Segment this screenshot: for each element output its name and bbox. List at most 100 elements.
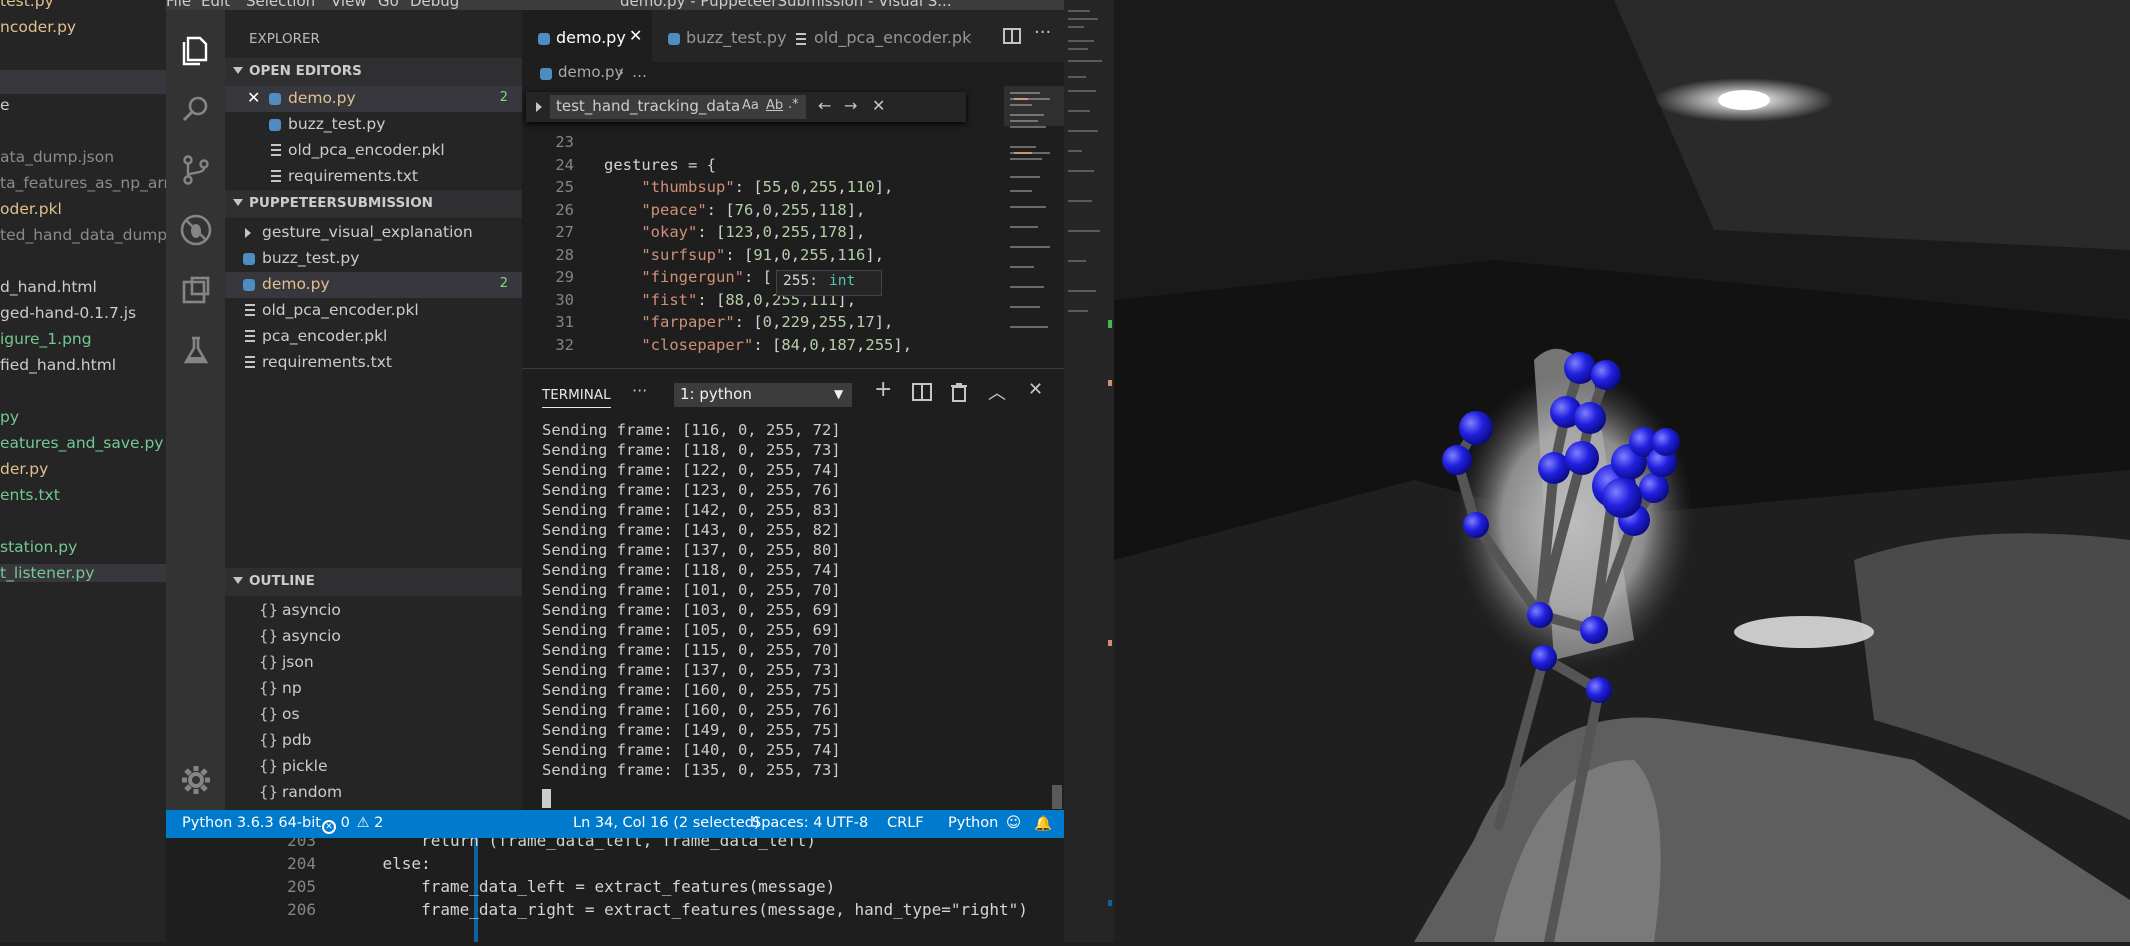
outline-item[interactable]: {} json [225, 650, 522, 676]
open-editor-item-demo[interactable]: ✕ demo.py 2 [225, 86, 522, 112]
code-line[interactable]: "closepaper": [84,0,187,255], [604, 336, 912, 354]
background-file-item[interactable]: ted_hand_data_dump.jso [0, 226, 194, 244]
folder-item[interactable]: gesture_visual_explanation [225, 220, 522, 246]
background-file-item[interactable]: ata_dump.json [0, 148, 114, 166]
outline-item[interactable]: {} os [225, 702, 522, 728]
menu-item[interactable]: View [331, 0, 367, 10]
indentation[interactable]: Spaces: 4 [752, 815, 822, 831]
encoding[interactable]: UTF-8 [826, 815, 868, 831]
tab-terminal[interactable]: TERMINAL [542, 387, 611, 408]
close-icon[interactable]: ✕ [247, 88, 260, 107]
open-editor-item-old-pca[interactable]: old_pca_encoder.pkl [225, 138, 522, 164]
tab-buzz-test[interactable]: buzz_test.py [652, 10, 787, 62]
cursor-position[interactable]: Ln 34, Col 16 (2 selected) [573, 815, 760, 831]
code-line[interactable]: "farpaper": [0,229,255,17], [604, 313, 893, 331]
outline-item[interactable]: {} pdb [225, 728, 522, 754]
python-interpreter[interactable]: Python 3.6.3 64-bit [182, 815, 321, 831]
background-file-item[interactable]: py [0, 408, 19, 426]
breadcrumb-file[interactable]: demo.py [558, 63, 623, 81]
feedback-smiley-icon[interactable]: ☺ [1006, 815, 1021, 831]
split-terminal-icon[interactable] [912, 383, 932, 401]
close-find-icon[interactable]: ✕ [872, 96, 885, 115]
terminal-select[interactable]: 1: python ▼ [674, 383, 852, 407]
next-match-icon[interactable]: → [844, 96, 857, 115]
outline-header[interactable]: OUTLINE [225, 568, 522, 596]
outline-item[interactable]: {} np [225, 676, 522, 702]
file-item-buzz-test[interactable]: buzz_test.py [225, 246, 522, 272]
problems-indicator[interactable]: ✕ 0 ⚠ 2 [322, 815, 383, 834]
file-item-requirements[interactable]: requirements.txt [225, 350, 522, 376]
background-file-item[interactable]: d_hand.html [0, 278, 97, 296]
debug-icon[interactable] [178, 212, 214, 248]
background-file-item[interactable]: ged-hand-0.1.7.js [0, 304, 136, 322]
file-item-pca[interactable]: pca_encoder.pkl [225, 324, 522, 350]
code-line[interactable]: frame_data_left = extract_features(messa… [344, 877, 835, 896]
gear-icon[interactable] [178, 762, 214, 798]
project-header[interactable]: PUPPETEERSUBMISSION [225, 190, 522, 218]
background-file-item[interactable]: ents.txt [0, 486, 60, 504]
code-line[interactable]: "thumbsup": [55,0,255,110], [604, 178, 893, 196]
maximize-panel-icon[interactable]: ︿ [988, 379, 1006, 405]
match-case-toggle[interactable]: Aa [742, 98, 759, 113]
previous-match-icon[interactable]: ← [818, 96, 831, 115]
outline-item[interactable]: {} asyncio [225, 624, 522, 650]
background-file-item[interactable]: igure_1.png [0, 330, 92, 348]
close-icon[interactable]: ✕ [629, 26, 642, 45]
terminal-scrollbar[interactable] [1052, 785, 1062, 809]
outline-item[interactable]: {} asyncio [225, 598, 522, 624]
file-item-demo[interactable]: demo.py 2 [225, 272, 522, 298]
background-file-item[interactable]: t_listener.py [0, 564, 166, 582]
minimap[interactable] [1004, 86, 1064, 368]
code-line[interactable]: else: [344, 854, 431, 873]
background-file-item[interactable]: test.py [0, 0, 54, 10]
background-file-item[interactable]: der.py [0, 460, 48, 478]
find-input[interactable]: test_hand_tracking_data Aa Ab .* [550, 95, 806, 119]
open-editor-item-buzz-test[interactable]: buzz_test.py [225, 112, 522, 138]
search-icon[interactable] [178, 92, 214, 128]
background-file-item[interactable]: fied_hand.html [0, 356, 116, 374]
menu-item[interactable]: Edit [201, 0, 230, 10]
background-file-item[interactable]: e [0, 96, 10, 114]
code-editor[interactable]: 23 24 gestures = {25 "thumbsup": [55,0,255… [522, 86, 1064, 368]
add-terminal-icon[interactable]: + [874, 377, 892, 402]
end-of-line[interactable]: CRLF [887, 815, 924, 831]
trash-icon[interactable] [950, 382, 968, 402]
open-editors-header[interactable]: OPEN EDITORS [225, 58, 522, 86]
test-flask-icon[interactable] [178, 332, 214, 368]
background-file-item[interactable]: ta_features_as_np_array. [0, 174, 191, 192]
outline-item[interactable]: {} random [225, 780, 522, 806]
menu-item[interactable]: File [166, 0, 191, 10]
chevron-right-icon[interactable] [536, 102, 542, 112]
close-panel-icon[interactable]: ✕ [1028, 379, 1043, 400]
code-line[interactable]: "peace": [76,0,255,118], [604, 201, 865, 219]
file-item-old-pca[interactable]: old_pca_encoder.pkl [225, 298, 522, 324]
menu-item[interactable]: Go [378, 0, 399, 10]
background-file-item[interactable] [0, 70, 166, 94]
background-file-item[interactable]: oder.pkl [0, 200, 62, 218]
outline-item[interactable]: {} pickle [225, 754, 522, 780]
language-mode[interactable]: Python [948, 815, 998, 831]
code-line[interactable]: "surfsup": [91,0,255,116], [604, 246, 884, 264]
panel-more-icon[interactable]: ··· [632, 381, 647, 400]
menu-item[interactable]: Selection [246, 0, 315, 10]
breadcrumb-rest[interactable]: … [632, 63, 647, 81]
tab-old-pca[interactable]: old_pca_encoder.pk [780, 10, 1002, 62]
open-editor-item-requirements[interactable]: requirements.txt [225, 164, 522, 190]
tab-demo[interactable]: demo.py ✕ [522, 10, 652, 62]
code-line[interactable]: "okay": [123,0,255,178], [604, 223, 865, 241]
code-line[interactable]: frame_data_right = extract_features(mess… [344, 900, 1028, 919]
background-file-item[interactable]: eatures_and_save.py [0, 434, 163, 452]
menu-item[interactable]: Debug [410, 0, 459, 10]
background-file-item[interactable]: ncoder.py [0, 18, 76, 36]
explorer-icon[interactable] [178, 32, 214, 68]
source-control-icon[interactable] [178, 152, 214, 188]
more-actions-icon[interactable]: ··· [1034, 22, 1051, 43]
extensions-icon[interactable] [178, 272, 214, 308]
split-editor-icon[interactable] [1002, 26, 1022, 46]
regex-toggle[interactable]: .* [788, 97, 799, 112]
code-token: , [800, 178, 810, 196]
whole-word-toggle[interactable]: Ab [766, 98, 783, 113]
notifications-bell-icon[interactable]: 🔔 [1034, 815, 1052, 832]
code-line[interactable]: gestures = { [604, 156, 716, 174]
background-file-item[interactable]: station.py [0, 538, 77, 556]
